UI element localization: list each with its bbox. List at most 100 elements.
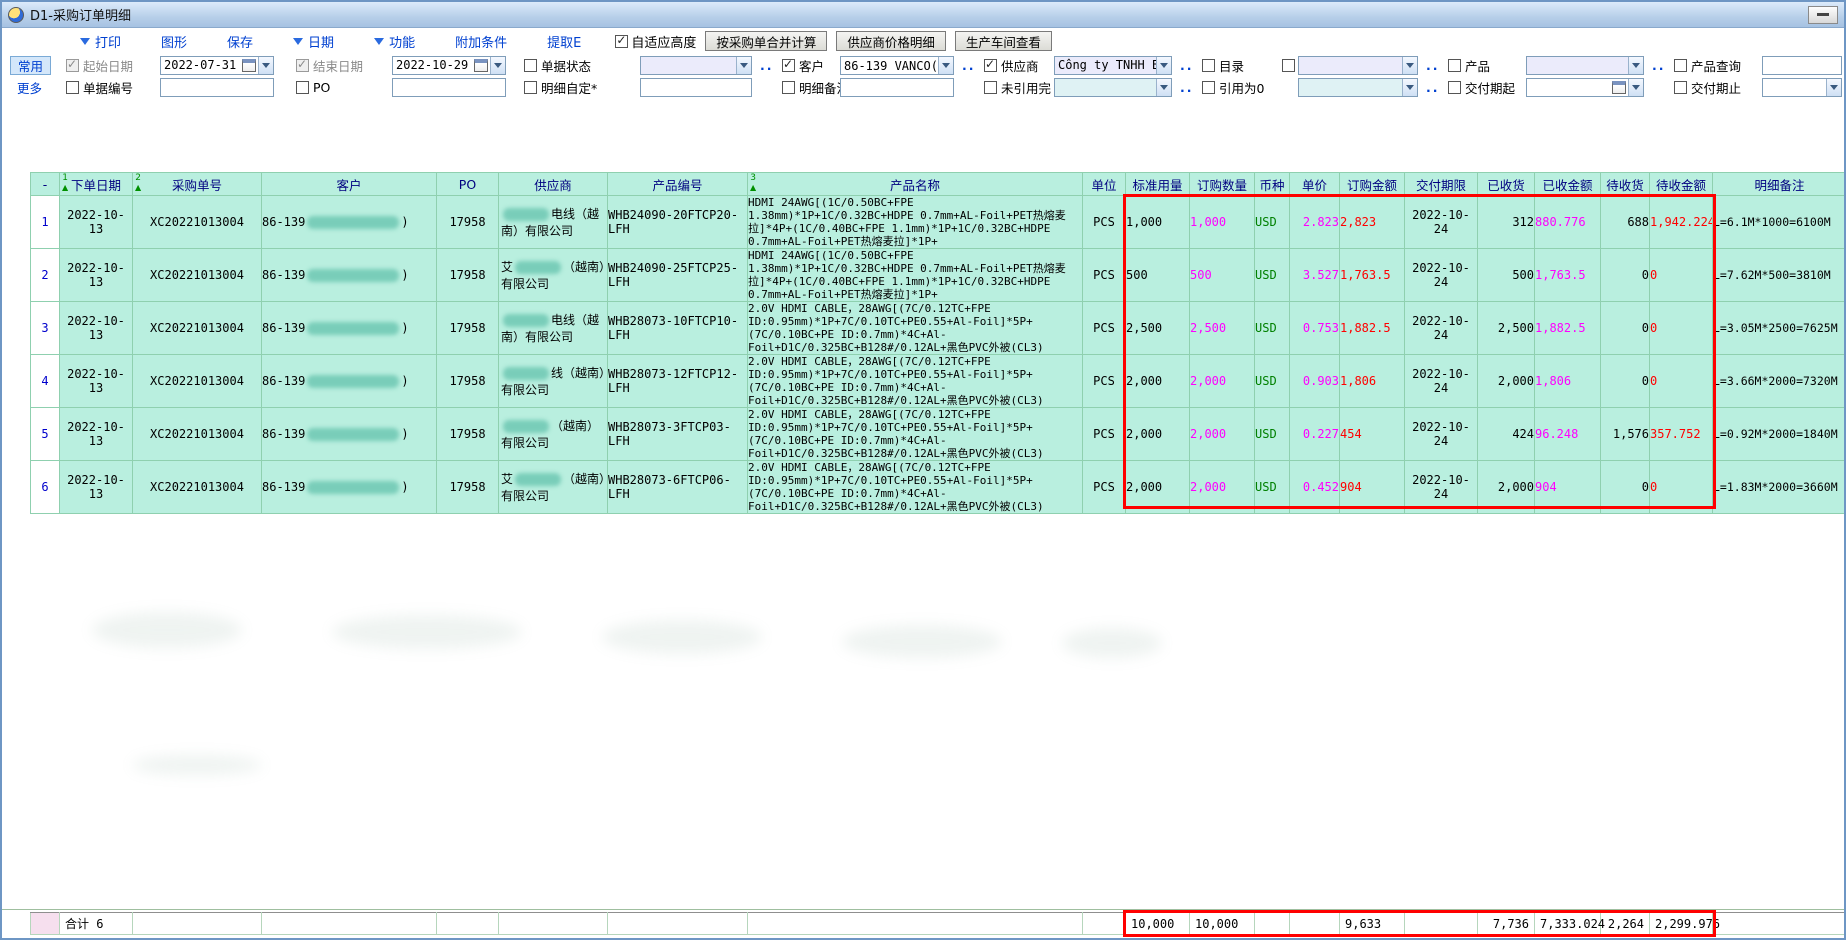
detail-custom-input[interactable] [640,78,752,97]
header-order-qty[interactable]: 订购数量 [1190,173,1255,196]
catalog-checkbox[interactable] [1202,59,1215,72]
supplier-price-button[interactable]: 供应商价格明细 [836,31,946,51]
detail-note-input[interactable] [840,78,954,97]
browse-dots-button[interactable]: .. [1652,56,1666,74]
end-date-checkbox[interactable]: ✓ [296,59,309,72]
auto-height-checkbox[interactable]: ✓ 自适应高度 [615,32,696,51]
cell-row-number[interactable]: 3 [31,302,60,355]
dropdown-arrow-icon[interactable] [1628,79,1643,96]
header-unit[interactable]: 单位 [1083,173,1126,196]
cell-order-amt: 904 [1340,461,1405,514]
deliver-to-input[interactable] [1762,78,1842,97]
tab-more[interactable]: 更多 [10,78,49,97]
po-input[interactable] [392,78,506,97]
header-currency[interactable]: 币种 [1255,173,1290,196]
browse-dots-button[interactable]: .. [962,56,976,74]
cell-row-number[interactable]: 4 [31,355,60,408]
header-po[interactable]: PO [437,173,499,196]
table-row[interactable]: 4 2022-10-13 XC20221013004 86-139) 17958… [31,355,1845,408]
start-date-checkbox[interactable]: ✓ [66,59,79,72]
doc-no-checkbox[interactable] [66,81,79,94]
workshop-view-button[interactable]: 生产车间查看 [955,31,1052,51]
dropdown-arrow-icon[interactable] [258,57,273,74]
table-row[interactable]: 2 2022-10-13 XC20221013004 86-139) 17958… [31,249,1845,302]
product-checkbox[interactable] [1448,59,1461,72]
browse-dots-button[interactable]: .. [1180,78,1194,96]
header-customer[interactable]: 客户 [262,173,437,196]
customer-checkbox[interactable]: ✓ [782,59,795,72]
deliver-to-checkbox[interactable] [1674,81,1687,94]
graph-button[interactable]: 图形 [161,32,187,51]
catalog-sub-checkbox[interactable] [1282,59,1295,72]
header-order-no[interactable]: 2▲采购单号 [133,173,262,196]
product-query-checkbox[interactable] [1674,59,1687,72]
header-deliver-date[interactable]: 交付期限 [1405,173,1478,196]
header-order-amt[interactable]: 订购金额 [1340,173,1405,196]
cell-pending-amt: 357.752 [1650,408,1713,461]
cell-row-number[interactable]: 2 [31,249,60,302]
cell-row-number[interactable]: 5 [31,408,60,461]
tab-common[interactable]: 常用 [10,56,51,75]
customer-select[interactable]: 86-139 VANCO(珠海 [840,56,954,75]
cell-product-code: WHB24090-25FTCP25-LFH [608,249,748,302]
cell-order-qty: 2,000 [1190,355,1255,408]
header-product-code[interactable]: 产品编号 [608,173,748,196]
cell-product-name: 2.0V HDMI CABLE，28AWG[(7C/0.12TC+FPE ID:… [748,461,1083,514]
header-price[interactable]: 单价 [1290,173,1340,196]
print-button[interactable]: 打印 [80,32,121,51]
not-ref-checkbox[interactable] [984,81,997,94]
catalog-select[interactable] [1298,56,1418,75]
header-received-amt[interactable]: 已收金额 [1535,173,1601,196]
deliver-from-input[interactable] [1526,78,1644,97]
dropdown-arrow-icon[interactable] [490,57,505,74]
grid-bottom-divider [2,909,1844,910]
browse-dots-button[interactable]: .. [1426,78,1440,96]
detail-note-checkbox[interactable] [782,81,795,94]
header-detail-note[interactable]: 明细备注 [1713,173,1845,196]
not-ref-select[interactable] [1054,78,1172,97]
doc-no-input[interactable] [160,78,274,97]
ref-zero-select[interactable] [1298,78,1418,97]
function-menu-button[interactable]: 功能 [374,32,415,51]
browse-dots-button[interactable]: .. [760,56,774,74]
extra-condition-button[interactable]: 附加条件 [455,32,507,51]
minimize-button[interactable] [1808,6,1838,24]
header-order-date[interactable]: 1▲下单日期 [60,173,133,196]
browse-dots-button[interactable]: .. [1426,56,1440,74]
supplier-select[interactable]: Công ty TNHH Esp [1054,56,1172,75]
header-received[interactable]: 已收货 [1478,173,1535,196]
extract-button[interactable]: 提取E [547,32,581,51]
merge-calc-button[interactable]: 按采购单合并计算 [705,31,827,51]
start-date-input[interactable]: 2022-07-31 [160,56,274,75]
header-supplier[interactable]: 供应商 [499,173,608,196]
product-select[interactable] [1526,56,1644,75]
ref-zero-checkbox[interactable] [1202,81,1215,94]
totals-empty [1290,913,1340,935]
table-row[interactable]: 3 2022-10-13 XC20221013004 86-139) 17958… [31,302,1845,355]
header-pending-amt[interactable]: 待收金额 [1650,173,1713,196]
header-product-name[interactable]: 3▲产品名称 [748,173,1083,196]
doc-status-checkbox[interactable] [524,59,537,72]
cell-price: 0.227 [1290,408,1340,461]
cell-std-qty: 1,000 [1126,196,1190,249]
cell-po: 17958 [437,249,499,302]
product-query-input[interactable] [1762,56,1842,75]
header-std-qty[interactable]: 标准用量 [1126,173,1190,196]
detail-custom-checkbox[interactable] [524,81,537,94]
table-row[interactable]: 1 2022-10-13 XC20221013004 86-139) 17958… [31,196,1845,249]
browse-dots-button[interactable]: .. [1180,56,1194,74]
po-checkbox[interactable] [296,81,309,94]
doc-status-select[interactable] [640,56,752,75]
save-button[interactable]: 保存 [227,32,253,51]
cell-row-number[interactable]: 1 [31,196,60,249]
cell-row-number[interactable]: 6 [31,461,60,514]
deliver-from-checkbox[interactable] [1448,81,1461,94]
date-menu-button[interactable]: 日期 [293,32,334,51]
header-pending[interactable]: 待收货 [1601,173,1650,196]
supplier-checkbox[interactable]: ✓ [984,59,997,72]
cell-deliver-date: 2022-10-24 [1405,249,1478,302]
header-row-selector[interactable]: - [31,173,60,196]
table-row[interactable]: 5 2022-10-13 XC20221013004 86-139) 17958… [31,408,1845,461]
end-date-input[interactable]: 2022-10-29 [392,56,506,75]
table-row[interactable]: 6 2022-10-13 XC20221013004 86-139) 17958… [31,461,1845,514]
